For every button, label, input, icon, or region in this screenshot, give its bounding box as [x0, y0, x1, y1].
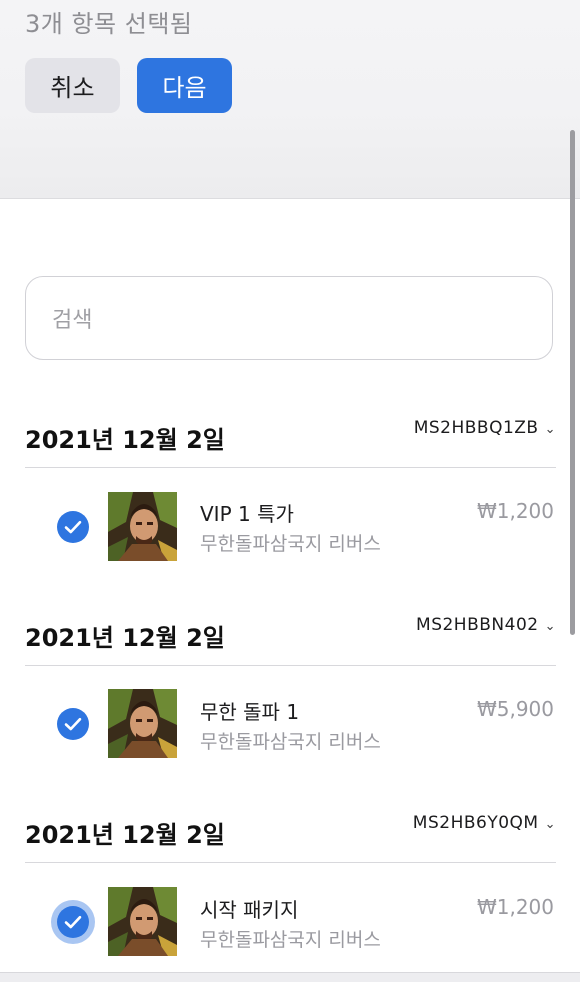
divider	[25, 862, 556, 863]
cancel-button[interactable]: 취소	[25, 58, 120, 113]
order-id-toggle[interactable]: MS2HB6Y0QM ⌄	[413, 813, 556, 833]
item-name: 무한 돌파 1	[200, 700, 300, 724]
app-name: 무한돌파삼국지 리버스	[200, 929, 381, 951]
item-price: ₩1,200	[476, 499, 554, 523]
order-id-label: MS2HB6Y0QM	[412, 813, 539, 833]
order-id-toggle[interactable]: MS2HBBN402 ⌄	[416, 615, 556, 635]
order-id-label: MS2HBBQ1ZB	[413, 418, 539, 438]
purchase-date: 2021년 12월 2일	[25, 821, 225, 849]
selection-header: 3개 항목 선택됨 취소 다음	[0, 0, 580, 199]
purchase-date: 2021년 12월 2일	[25, 624, 225, 652]
chevron-down-icon: ⌄	[544, 421, 556, 437]
item-name: VIP 1 특가	[200, 502, 294, 526]
app-thumbnail	[108, 887, 177, 956]
scrollbar[interactable]	[570, 130, 575, 635]
order-id-label: MS2HBBN402	[416, 615, 539, 635]
chevron-down-icon: ⌄	[544, 816, 556, 832]
divider	[25, 467, 556, 468]
chevron-down-icon: ⌄	[544, 618, 556, 634]
item-price: ₩1,200	[476, 895, 554, 919]
checkmark-selected-icon[interactable]	[57, 708, 89, 740]
order-id-toggle[interactable]: MS2HBBQ1ZB ⌄	[414, 418, 556, 438]
checkmark-selected-icon[interactable]	[57, 511, 89, 543]
item-price: ₩5,900	[476, 697, 554, 721]
app-name: 무한돌파삼국지 리버스	[200, 731, 381, 753]
item-name: 시작 패키지	[200, 898, 299, 922]
search-placeholder: 검색	[52, 308, 93, 333]
search-input[interactable]: 검색	[25, 276, 553, 360]
selected-count-label: 3개 항목 선택됨	[25, 10, 193, 38]
app-thumbnail	[108, 689, 177, 758]
checkmark-selected-icon[interactable]	[57, 906, 89, 938]
next-button[interactable]: 다음	[137, 58, 232, 113]
purchase-date: 2021년 12월 2일	[25, 426, 225, 454]
app-name: 무한돌파삼국지 리버스	[200, 533, 381, 555]
app-thumbnail	[108, 492, 177, 561]
divider	[25, 665, 556, 666]
